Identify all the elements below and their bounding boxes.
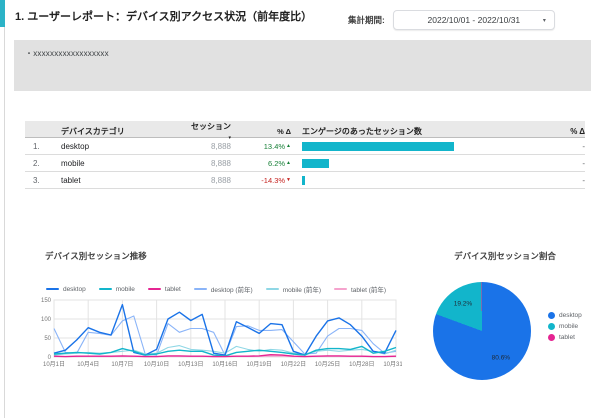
pie-chart: 80.6% 19.2% bbox=[433, 282, 531, 380]
legend-dot bbox=[548, 312, 555, 319]
page-accent-bar bbox=[0, 0, 5, 27]
engaged-delta: - bbox=[582, 158, 585, 168]
engaged-bar bbox=[302, 141, 454, 151]
legend-item: desktop bbox=[548, 312, 582, 319]
row-index: 3. bbox=[33, 175, 40, 185]
legend-swatch bbox=[98, 288, 112, 290]
legend-item: tablet (前年) bbox=[334, 284, 386, 294]
engaged-bar-cell bbox=[291, 175, 535, 185]
legend-item: mobile bbox=[98, 286, 135, 293]
row-index: 1. bbox=[33, 141, 40, 151]
date-range-filter: 集計期間: 2022/10/01 - 2022/10/31 ▾ bbox=[348, 10, 555, 30]
header-device: デバイスカテゴリ bbox=[61, 126, 125, 136]
sessions-value: 8,888 bbox=[210, 141, 231, 151]
svg-text:10月7日: 10月7日 bbox=[111, 361, 133, 368]
report-page: 1. ユーザーレポート：デバイス別アクセス状況（前年度比） 集計期間: 2022… bbox=[0, 0, 600, 418]
row-index: 2. bbox=[33, 158, 40, 168]
legend-item: desktop bbox=[45, 286, 86, 293]
pie-chart-card: デバイス別セッション割合 80.6% 19.2% desktop mobile tab… bbox=[420, 250, 600, 410]
svg-text:10月31日: 10月31日 bbox=[383, 361, 402, 368]
line-chart-card: デバイス別セッション推移 desktop mobile tablet desktop … bbox=[30, 250, 409, 390]
svg-text:10月28日: 10月28日 bbox=[349, 361, 374, 368]
device-name: tablet bbox=[61, 175, 81, 185]
pie-slice-label: 19.2% bbox=[453, 300, 473, 308]
svg-text:10月13日: 10月13日 bbox=[178, 361, 203, 368]
legend-swatch bbox=[193, 288, 207, 290]
date-range-value: 2022/10/01 - 2022/10/31 bbox=[427, 15, 521, 25]
svg-text:150: 150 bbox=[41, 298, 52, 304]
svg-text:10月22日: 10月22日 bbox=[281, 361, 306, 368]
sessions-delta: -14.3% ▼ bbox=[261, 175, 291, 185]
svg-text:10月19日: 10月19日 bbox=[247, 361, 272, 368]
header-delta: % Δ bbox=[277, 126, 291, 136]
pie-chart-title: デバイス別セッション割合 bbox=[454, 251, 556, 261]
legend-swatch bbox=[265, 288, 279, 290]
legend-item: tablet bbox=[147, 286, 181, 293]
legend-swatch bbox=[45, 288, 59, 290]
device-table: デバイスカテゴリ セッション ▾ % Δ エンゲージのあったセッション数 % Δ… bbox=[25, 121, 585, 189]
table-row[interactable]: 1. desktop 8,888 13.4% ▲ - bbox=[25, 138, 585, 155]
svg-text:10月16日: 10月16日 bbox=[212, 361, 237, 368]
svg-text:10月4日: 10月4日 bbox=[77, 361, 99, 368]
pie-slice-label: 80.6% bbox=[491, 354, 511, 362]
line-chart: 0 50 100 150 10月1日 10月4日 10月7日 10月10日 10月13日 10月1… bbox=[41, 298, 409, 368]
engaged-bar bbox=[302, 175, 305, 185]
legend-dot bbox=[548, 323, 555, 330]
svg-text:10月10日: 10月10日 bbox=[144, 361, 169, 368]
header-engaged-delta: % Δ bbox=[570, 126, 585, 136]
legend-dot bbox=[548, 334, 555, 341]
legend-swatch bbox=[147, 288, 161, 290]
svg-text:0: 0 bbox=[48, 355, 52, 361]
table-header-row: デバイスカテゴリ セッション ▾ % Δ エンゲージのあったセッション数 % Δ bbox=[25, 121, 585, 141]
engaged-delta: - bbox=[582, 141, 585, 151]
table-row[interactable]: 2. mobile 8,888 6.2% ▲ - bbox=[25, 155, 585, 172]
page-left-border bbox=[4, 0, 5, 418]
header-engaged: エンゲージのあったセッション数 bbox=[302, 126, 422, 136]
legend-item: desktop (前年) bbox=[193, 284, 253, 294]
page-title: 1. ユーザーレポート：デバイス別アクセス状況（前年度比） bbox=[15, 11, 313, 23]
svg-text:10月1日: 10月1日 bbox=[43, 361, 65, 368]
engaged-bar-cell bbox=[291, 158, 535, 168]
engaged-delta: - bbox=[582, 175, 585, 185]
sessions-value: 8,888 bbox=[210, 175, 231, 185]
legend-item: mobile bbox=[548, 323, 582, 330]
legend-swatch bbox=[334, 288, 347, 290]
line-chart-legend: desktop mobile tablet desktop (前年) mobile (前… bbox=[30, 284, 402, 294]
device-name: desktop bbox=[61, 141, 90, 151]
engaged-bar-cell bbox=[291, 141, 535, 151]
legend-item: mobile (前年) bbox=[265, 284, 321, 294]
legend-item: tablet bbox=[548, 334, 582, 341]
line-chart-title: デバイス別セッション推移 bbox=[45, 251, 147, 261]
pie-chart-legend: desktop mobile tablet bbox=[548, 312, 582, 341]
device-name: mobile bbox=[61, 158, 85, 168]
note-box: ・xxxxxxxxxxxxxxxxxx bbox=[14, 40, 591, 91]
date-range-select[interactable]: 2022/10/01 - 2022/10/31 ▾ bbox=[392, 10, 555, 30]
svg-text:100: 100 bbox=[41, 317, 52, 323]
note-text: ・xxxxxxxxxxxxxxxxxx bbox=[25, 49, 109, 58]
table-body: 1. desktop 8,888 13.4% ▲ - 2. mobile 8,888 6.2% ▲ -… bbox=[25, 138, 585, 189]
sessions-delta: 13.4% ▲ bbox=[263, 141, 291, 151]
svg-text:10月25日: 10月25日 bbox=[315, 361, 340, 368]
sessions-value: 8,888 bbox=[210, 158, 231, 168]
table-row[interactable]: 3. tablet 8,888 -14.3% ▼ - bbox=[25, 172, 585, 189]
sessions-delta: 6.2% ▲ bbox=[267, 158, 291, 168]
header-sessions[interactable]: セッション ▾ bbox=[191, 121, 231, 141]
chevron-down-icon: ▾ bbox=[542, 17, 546, 24]
sort-desc-icon: ▾ bbox=[228, 135, 231, 141]
svg-text:50: 50 bbox=[44, 336, 51, 342]
pie-circle bbox=[433, 282, 531, 380]
filter-label: 集計期間: bbox=[348, 15, 385, 25]
engaged-bar bbox=[302, 158, 329, 168]
